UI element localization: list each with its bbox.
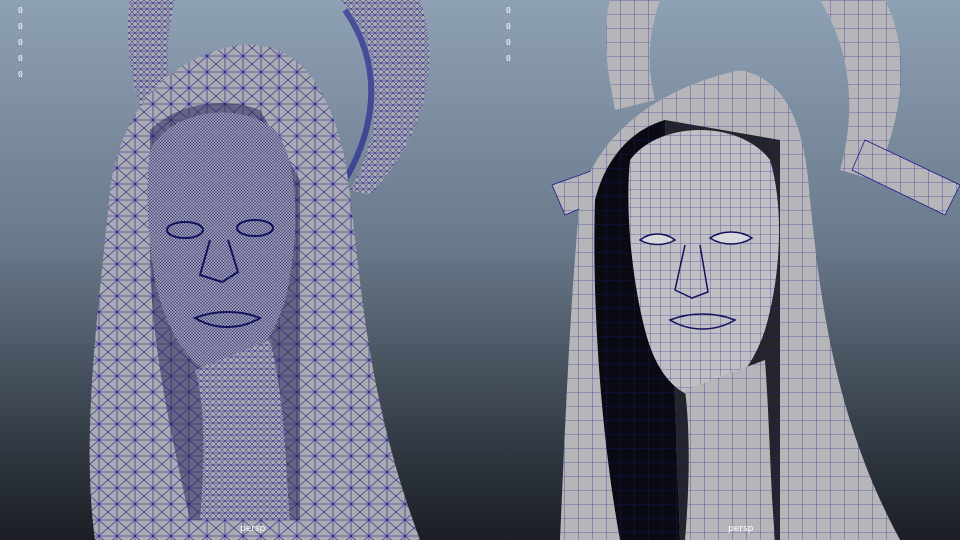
hud-readout: 0 0 0 0 bbox=[506, 4, 511, 66]
low-poly-mesh bbox=[551, 0, 960, 540]
hud-readout: 0 0 0 0 0 bbox=[18, 4, 23, 82]
hud-value: 0 bbox=[506, 22, 511, 31]
hud-value: 0 bbox=[18, 70, 23, 79]
hud-value: 0 bbox=[18, 54, 23, 63]
right-viewport[interactable]: 0 0 0 0 persp bbox=[480, 0, 960, 540]
hud-value: 0 bbox=[18, 22, 23, 31]
hud-value: 0 bbox=[506, 54, 511, 63]
camera-label: persp bbox=[240, 524, 266, 534]
hud-value: 0 bbox=[506, 38, 511, 47]
left-viewport[interactable]: 0 0 0 0 0 persp bbox=[0, 0, 480, 540]
hud-value: 0 bbox=[18, 38, 23, 47]
hud-value: 0 bbox=[506, 6, 511, 15]
hud-value: 0 bbox=[18, 6, 23, 15]
camera-label: persp bbox=[728, 524, 754, 534]
high-poly-mesh bbox=[89, 0, 430, 540]
viewport-panel: 0 0 0 0 0 persp 0 0 0 0 persp bbox=[0, 0, 960, 540]
